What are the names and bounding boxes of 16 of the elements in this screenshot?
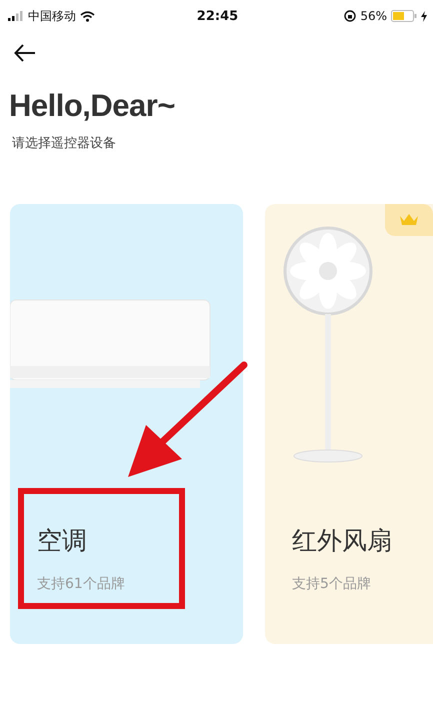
- charging-icon: [420, 10, 427, 22]
- greeting-title: Hello,Dear~: [9, 88, 176, 124]
- wifi-icon: [80, 10, 95, 22]
- battery-percent: 56%: [360, 9, 387, 23]
- battery-icon: [390, 10, 417, 22]
- device-title: 红外风扇: [292, 525, 393, 557]
- signal-icon: [8, 11, 24, 21]
- instruction-text: 请选择遥控器设备: [12, 135, 117, 152]
- brand-count: 支持5个品牌: [292, 575, 372, 593]
- device-card[interactable]: 红外风扇 支持5个品牌: [265, 204, 433, 644]
- crown-icon: [399, 213, 419, 227]
- clock-time: 22:45: [196, 8, 238, 24]
- rotation-lock-icon: [344, 10, 356, 22]
- carrier-name: 中国移动: [28, 8, 76, 24]
- brand-count: 支持61个品牌: [37, 575, 126, 593]
- device-title: 空调: [37, 525, 88, 557]
